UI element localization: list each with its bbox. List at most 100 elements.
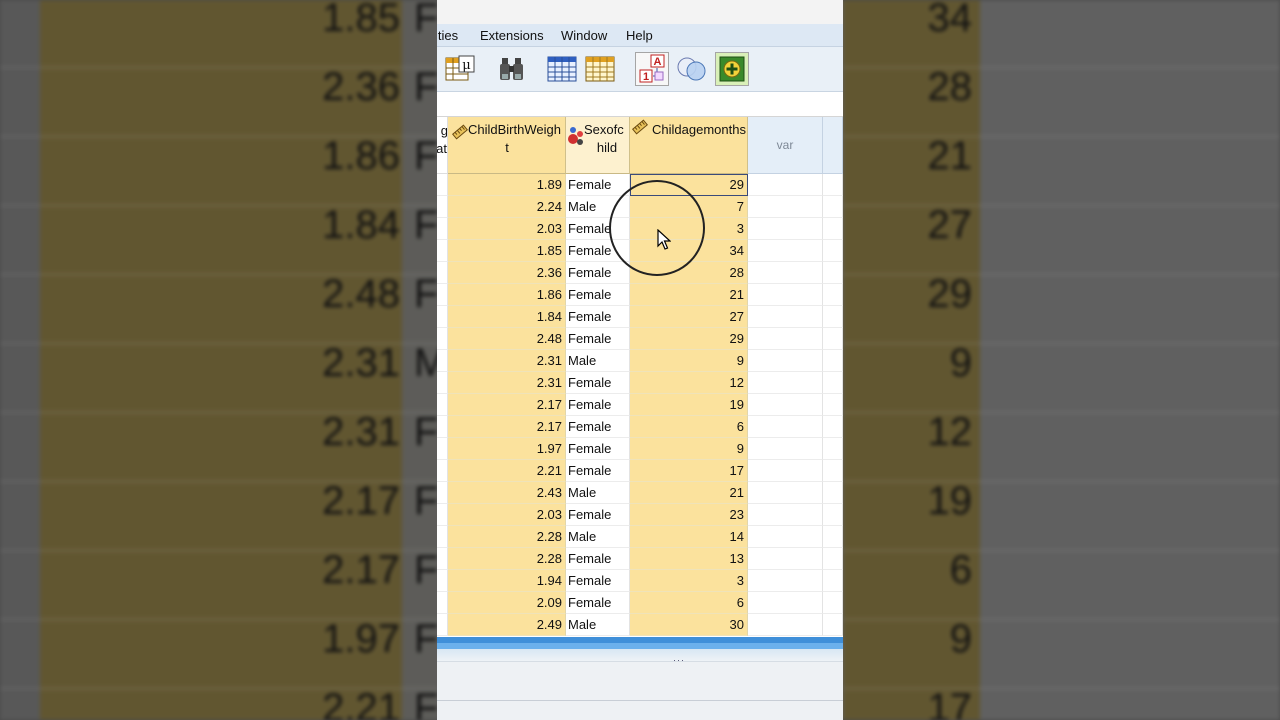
menu-window[interactable]: Window — [561, 28, 607, 43]
cell-var[interactable] — [748, 570, 823, 592]
cell-childbirthweight[interactable]: 1.94 — [448, 570, 566, 592]
menu-utilities[interactable]: ities — [437, 28, 458, 43]
cell-var[interactable] — [748, 460, 823, 482]
header-partial-column[interactable]: g at — [437, 117, 448, 174]
cell-childbirthweight[interactable]: 2.03 — [448, 504, 566, 526]
cell-childagemonths[interactable]: 3 — [630, 570, 748, 592]
cell-childagemonths[interactable]: 14 — [630, 526, 748, 548]
cell-var[interactable] — [748, 614, 823, 636]
cell-sexofchild[interactable]: Female — [566, 372, 630, 394]
cell-childbirthweight[interactable]: 2.21 — [448, 460, 566, 482]
cell-sexofchild[interactable]: Male — [566, 526, 630, 548]
cell-childbirthweight[interactable]: 2.49 — [448, 614, 566, 636]
cell-childagemonths[interactable]: 21 — [630, 482, 748, 504]
cell-var[interactable] — [748, 526, 823, 548]
cell-partial[interactable] — [437, 526, 448, 548]
cell-var-next[interactable] — [823, 570, 843, 592]
cell-childbirthweight[interactable]: 1.86 — [448, 284, 566, 306]
cell-childagemonths[interactable]: 3 — [630, 218, 748, 240]
cell-partial[interactable] — [437, 438, 448, 460]
cell-var[interactable] — [748, 218, 823, 240]
cell-childbirthweight[interactable]: 2.28 — [448, 526, 566, 548]
cell-var-next[interactable] — [823, 372, 843, 394]
cell-partial[interactable] — [437, 196, 448, 218]
cell-childagemonths[interactable]: 6 — [630, 416, 748, 438]
cell-sexofchild[interactable]: Female — [566, 548, 630, 570]
cell-childagemonths[interactable]: 7 — [630, 196, 748, 218]
cell-partial[interactable] — [437, 262, 448, 284]
variables-mu-icon[interactable]: μ — [443, 52, 477, 86]
cell-childagemonths[interactable]: 21 — [630, 284, 748, 306]
value-labels-icon[interactable]: A 1 — [635, 52, 669, 86]
cell-var[interactable] — [748, 504, 823, 526]
cell-childagemonths[interactable]: 34 — [630, 240, 748, 262]
cell-childbirthweight[interactable]: 2.43 — [448, 482, 566, 504]
cell-childagemonths[interactable]: 9 — [630, 438, 748, 460]
header-sexofchild[interactable]: Sexofc hild — [566, 117, 630, 174]
cell-var-next[interactable] — [823, 350, 843, 372]
cell-partial[interactable] — [437, 460, 448, 482]
cell-var-next[interactable] — [823, 482, 843, 504]
cell-var[interactable] — [748, 482, 823, 504]
cell-partial[interactable] — [437, 394, 448, 416]
cell-partial[interactable] — [437, 306, 448, 328]
cell-sexofchild[interactable]: Female — [566, 438, 630, 460]
cell-sexofchild[interactable]: Female — [566, 416, 630, 438]
cell-childbirthweight[interactable]: 2.17 — [448, 416, 566, 438]
cell-sexofchild[interactable]: Male — [566, 482, 630, 504]
use-sets-circles-icon[interactable] — [675, 52, 709, 86]
cell-childbirthweight[interactable]: 2.09 — [448, 592, 566, 614]
cell-sexofchild[interactable]: Female — [566, 328, 630, 350]
cell-childbirthweight[interactable]: 1.85 — [448, 240, 566, 262]
cell-childagemonths[interactable]: 28 — [630, 262, 748, 284]
cell-var[interactable] — [748, 174, 823, 196]
menu-help[interactable]: Help — [626, 28, 653, 43]
cell-sexofchild[interactable]: Male — [566, 350, 630, 372]
pane-splitter[interactable]: ··· — [437, 637, 843, 665]
cell-var[interactable] — [748, 592, 823, 614]
cell-var-next[interactable] — [823, 394, 843, 416]
cell-childbirthweight[interactable]: 2.36 — [448, 262, 566, 284]
cell-var[interactable] — [748, 372, 823, 394]
cell-var-next[interactable] — [823, 284, 843, 306]
cell-partial[interactable] — [437, 592, 448, 614]
cell-sexofchild[interactable]: Female — [566, 570, 630, 592]
cell-var-next[interactable] — [823, 306, 843, 328]
cell-var-next[interactable] — [823, 416, 843, 438]
cell-var-next[interactable] — [823, 548, 843, 570]
cell-var-next[interactable] — [823, 196, 843, 218]
cell-sexofchild[interactable]: Female — [566, 460, 630, 482]
find-binoculars-icon[interactable] — [495, 52, 529, 86]
cell-childagemonths[interactable]: 6 — [630, 592, 748, 614]
cell-sexofchild[interactable]: Female — [566, 504, 630, 526]
cell-var[interactable] — [748, 394, 823, 416]
cell-partial[interactable] — [437, 328, 448, 350]
cell-sexofchild[interactable]: Female — [566, 218, 630, 240]
cell-partial[interactable] — [437, 372, 448, 394]
cell-sexofchild[interactable]: Female — [566, 240, 630, 262]
cell-var[interactable] — [748, 328, 823, 350]
cell-childbirthweight[interactable]: 2.48 — [448, 328, 566, 350]
cell-sexofchild[interactable]: Female — [566, 262, 630, 284]
cell-var-next[interactable] — [823, 218, 843, 240]
cell-childbirthweight[interactable]: 1.89 — [448, 174, 566, 196]
cell-childagemonths[interactable]: 12 — [630, 372, 748, 394]
cell-childbirthweight[interactable]: 2.17 — [448, 394, 566, 416]
select-cases-grid-icon[interactable] — [583, 52, 617, 86]
cell-sexofchild[interactable]: Female — [566, 174, 630, 196]
cell-childbirthweight[interactable]: 2.31 — [448, 372, 566, 394]
cell-childagemonths[interactable]: 17 — [630, 460, 748, 482]
cell-childagemonths[interactable]: 27 — [630, 306, 748, 328]
cell-var[interactable] — [748, 438, 823, 460]
cell-var-next[interactable] — [823, 614, 843, 636]
cell-partial[interactable] — [437, 416, 448, 438]
cell-partial[interactable] — [437, 240, 448, 262]
cell-var[interactable] — [748, 306, 823, 328]
cell-childagemonths[interactable]: 19 — [630, 394, 748, 416]
header-childagemonths[interactable]: Childagemonths — [630, 117, 748, 174]
cell-var[interactable] — [748, 416, 823, 438]
cell-var[interactable] — [748, 196, 823, 218]
cell-childbirthweight[interactable]: 2.28 — [448, 548, 566, 570]
cell-childbirthweight[interactable]: 1.97 — [448, 438, 566, 460]
cell-var-next[interactable] — [823, 526, 843, 548]
